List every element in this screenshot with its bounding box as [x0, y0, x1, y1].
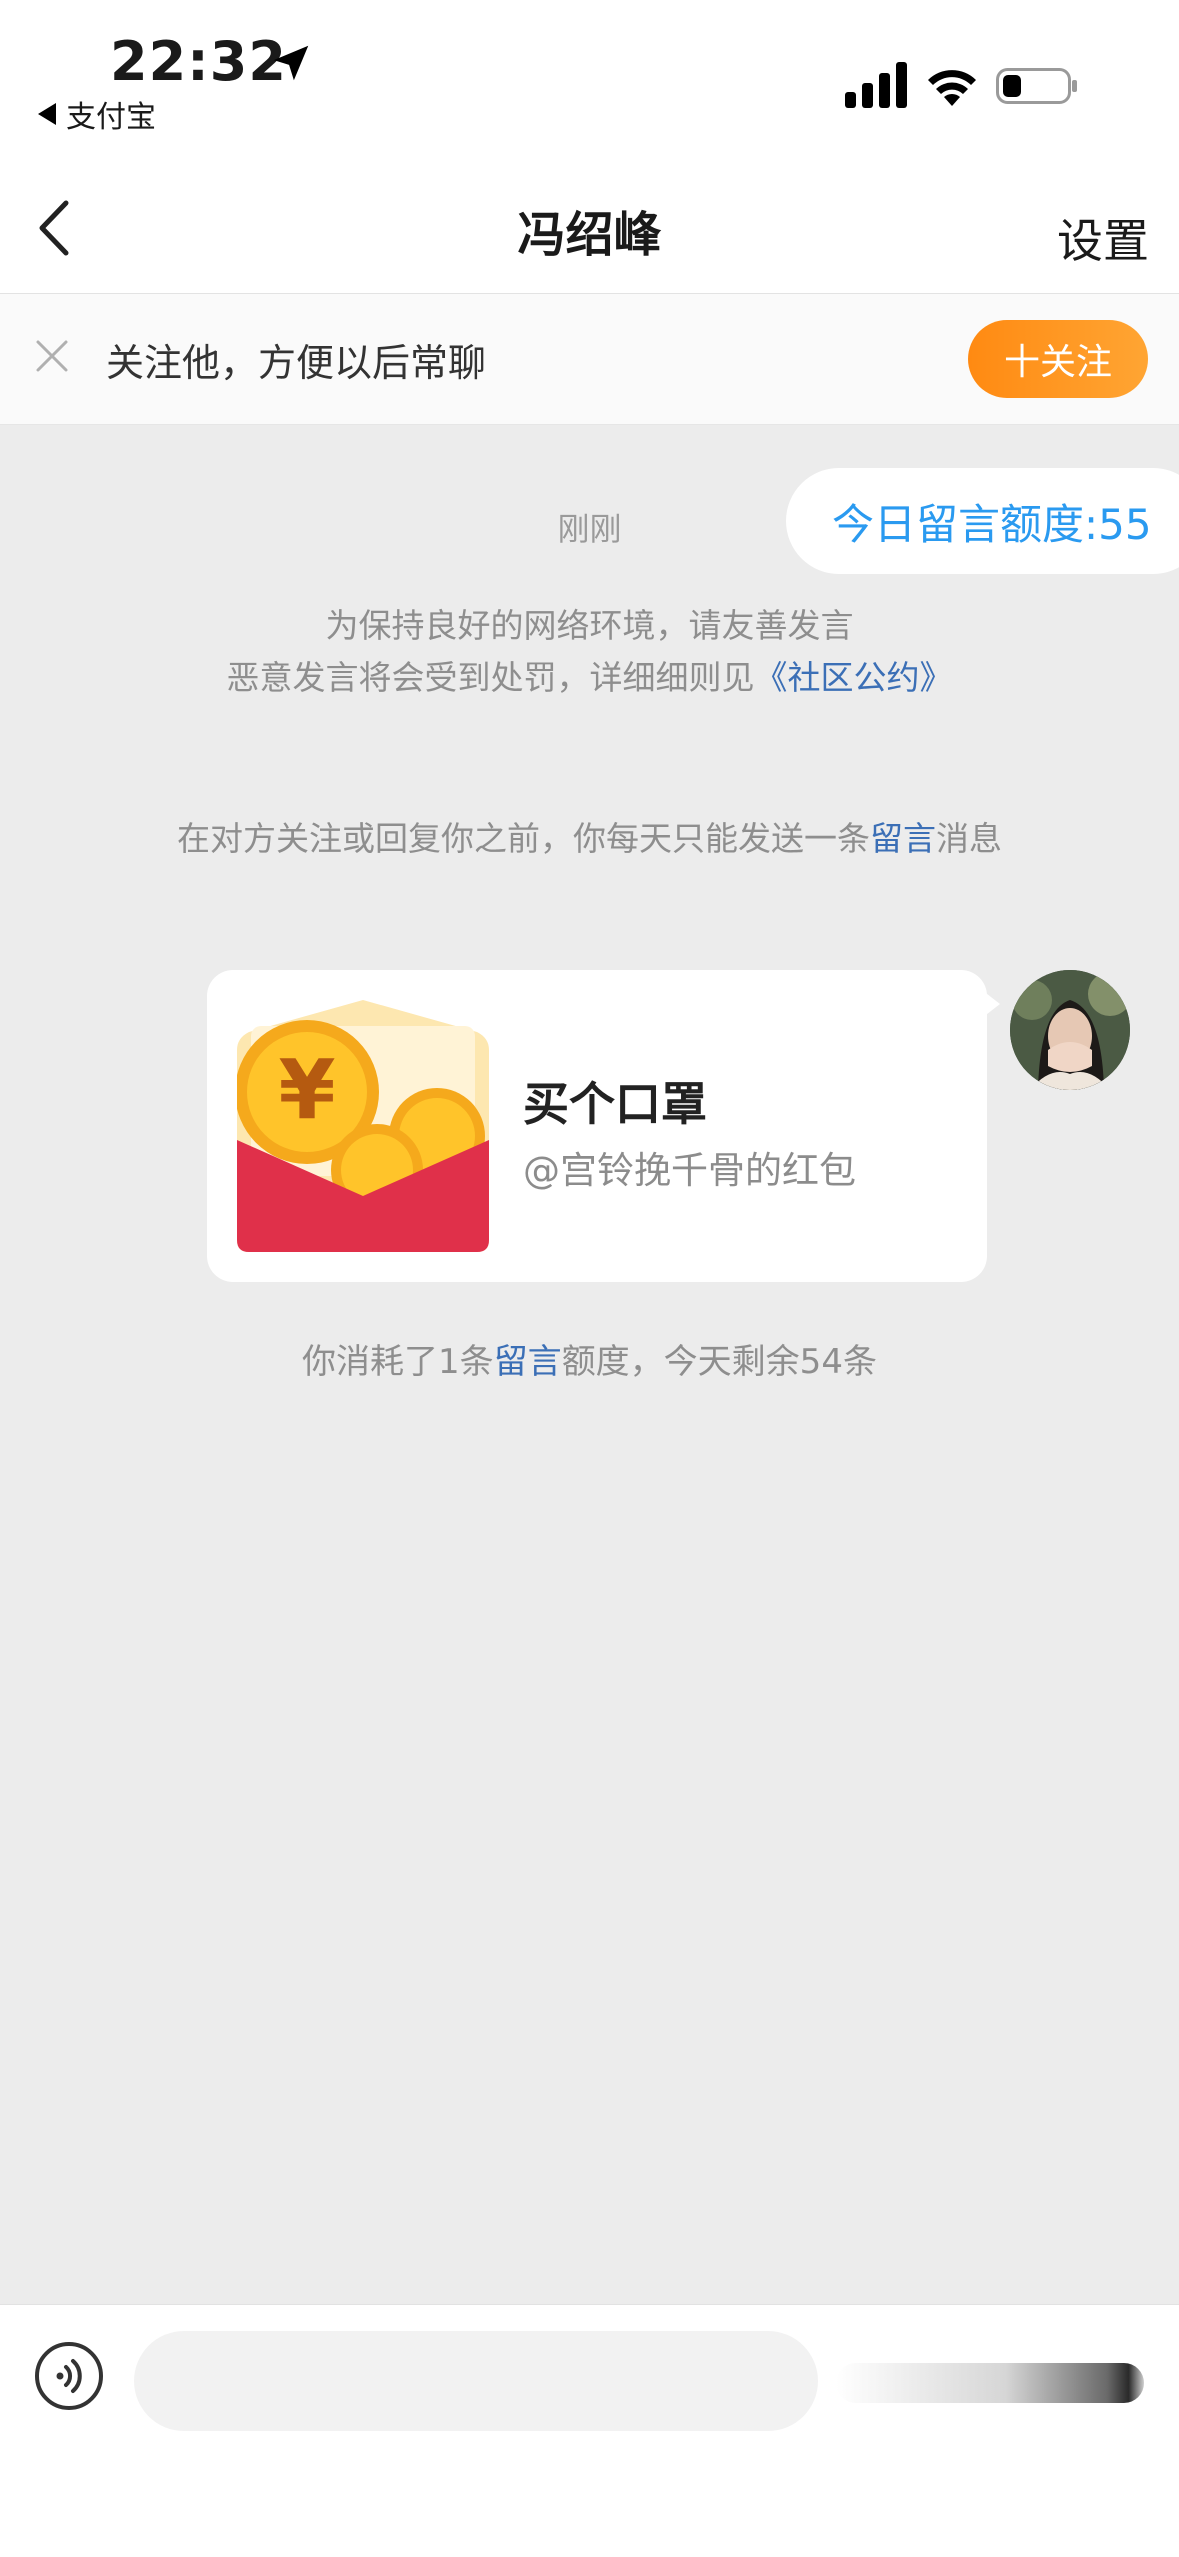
red-packet-icon: ¥ — [237, 1000, 489, 1252]
notice-line-2: 恶意发言将会受到处罚，详细细则见《社区公约》 — [0, 652, 1179, 704]
quota-consumed-notice: 你消耗了1条留言额度，今天剩余54条 — [0, 1334, 1179, 1383]
red-packet-title: 买个口罩 — [523, 1077, 707, 1131]
back-app-label: 支付宝 — [66, 100, 156, 135]
limit-text-prefix: 在对方关注或回复你之前，你每天只能发送一条 — [177, 819, 870, 858]
signal-icon — [845, 62, 907, 108]
message-input-bar — [0, 2304, 1179, 2557]
message-timestamp: 刚刚 — [557, 510, 622, 548]
consume-text-suffix: 额度，今天剩余54条 — [561, 1342, 877, 1382]
yuan-coin-icon: ¥ — [278, 1043, 335, 1138]
page-title: 冯绍峰 — [517, 207, 662, 263]
red-packet-message[interactable]: ¥ 买个口罩 @宫铃挽千骨的红包 — [207, 970, 987, 1282]
battery-icon — [996, 68, 1077, 104]
wifi-icon — [928, 70, 976, 106]
nav-bar: 冯绍峰 设置 — [0, 165, 1179, 294]
status-bar: 22:32 支付宝 — [0, 0, 1179, 165]
follow-banner: 关注他，方便以后常聊 十关注 — [0, 294, 1179, 425]
send-area-button[interactable] — [836, 2363, 1144, 2403]
close-icon[interactable] — [34, 338, 70, 374]
limit-link[interactable]: 留言 — [870, 819, 936, 858]
limit-text-suffix: 消息 — [936, 819, 1002, 858]
follow-prompt-text: 关注他，方便以后常聊 — [106, 341, 487, 385]
status-time: 22:32 — [110, 30, 287, 93]
settings-button[interactable]: 设置 — [1057, 205, 1149, 271]
location-arrow-icon — [273, 45, 309, 81]
message-limit-notice: 在对方关注或回复你之前，你每天只能发送一条留言消息 — [0, 812, 1179, 860]
notice-line-1: 为保持良好的网络环境，请友善发言 — [325, 606, 854, 645]
notice-line-2-text: 恶意发言将会受到处罚，详细细则见 — [226, 658, 755, 697]
follow-button[interactable]: 十关注 — [968, 320, 1148, 398]
back-to-app-link[interactable]: 支付宝 — [38, 92, 156, 136]
avatar[interactable] — [1010, 970, 1130, 1090]
red-packet-subtitle: @宫铃挽千骨的红包 — [523, 1149, 856, 1192]
community-notice: 为保持良好的网络环境，请友善发言 恶意发言将会受到处罚，详细细则见《社区公约》 — [0, 600, 1179, 704]
community-rules-link[interactable]: 《社区公约》 — [755, 658, 953, 697]
consume-link[interactable]: 留言 — [494, 1342, 562, 1382]
message-input[interactable] — [134, 2331, 818, 2431]
back-triangle-icon — [38, 103, 56, 125]
voice-icon[interactable] — [34, 2341, 104, 2411]
consume-text-prefix: 你消耗了1条 — [302, 1342, 494, 1382]
avatar-image — [1010, 970, 1130, 1090]
